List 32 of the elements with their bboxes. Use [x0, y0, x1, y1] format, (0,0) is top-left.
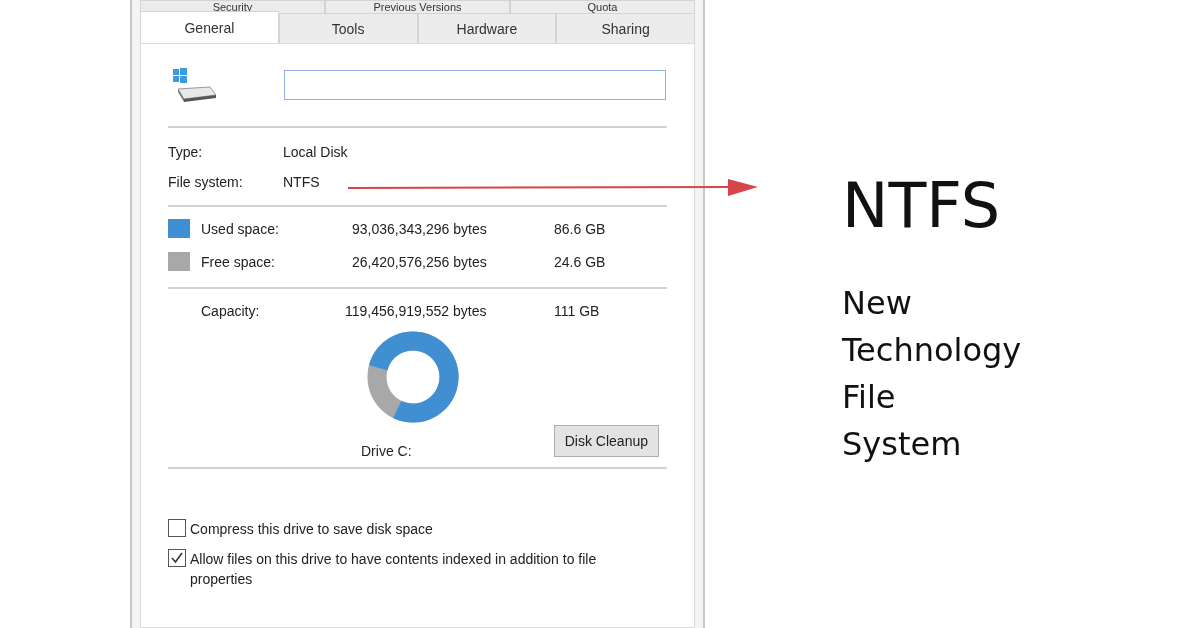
field-value: NTFS	[283, 174, 321, 190]
byte-count: 93,036,343,296 bytes	[352, 220, 488, 237]
option-label: Compress this drive to save disk space	[190, 520, 434, 539]
tab[interactable]: Tools	[278, 13, 418, 43]
tab[interactable]: Quota	[510, 0, 695, 13]
size-value: 111 GB	[554, 303, 601, 319]
size-value: 24.6 GB	[554, 253, 607, 270]
checkbox[interactable]	[168, 549, 186, 567]
byte-count: 119,456,919,552 bytes	[345, 303, 488, 319]
field-label: File system:	[168, 174, 244, 190]
annotation-text: Technology	[842, 330, 1022, 371]
field-label: Type:	[168, 144, 204, 160]
capacity-label: Capacity:	[201, 303, 261, 319]
name-field[interactable]	[284, 70, 666, 100]
field-value: Local Disk	[283, 144, 349, 160]
tab[interactable]: General	[140, 11, 279, 43]
annotation-title: NTFS	[842, 168, 1002, 244]
checkbox[interactable]	[168, 519, 186, 537]
size-value: 86.6 GB	[554, 220, 607, 237]
byte-count: 26,420,576,256 bytes	[352, 253, 488, 270]
option-label: Allow files on this drive to have contents indexed in addition to file properties	[190, 550, 598, 589]
annotation-text: File	[842, 377, 897, 418]
tab[interactable]: Hardware	[417, 13, 557, 43]
tab[interactable]: Previous Versions	[325, 0, 510, 13]
tab[interactable]: Sharing	[556, 13, 695, 43]
drive-icon	[170, 67, 218, 103]
space-label: Used space:	[201, 220, 280, 237]
drive-label: Drive C:	[361, 443, 412, 459]
annotation-text: System	[842, 424, 963, 465]
annotation-text: New	[842, 283, 913, 324]
disk-cleanup-button[interactable]: Disk Cleanup	[553, 425, 659, 457]
space-label: Free space:	[201, 253, 276, 270]
